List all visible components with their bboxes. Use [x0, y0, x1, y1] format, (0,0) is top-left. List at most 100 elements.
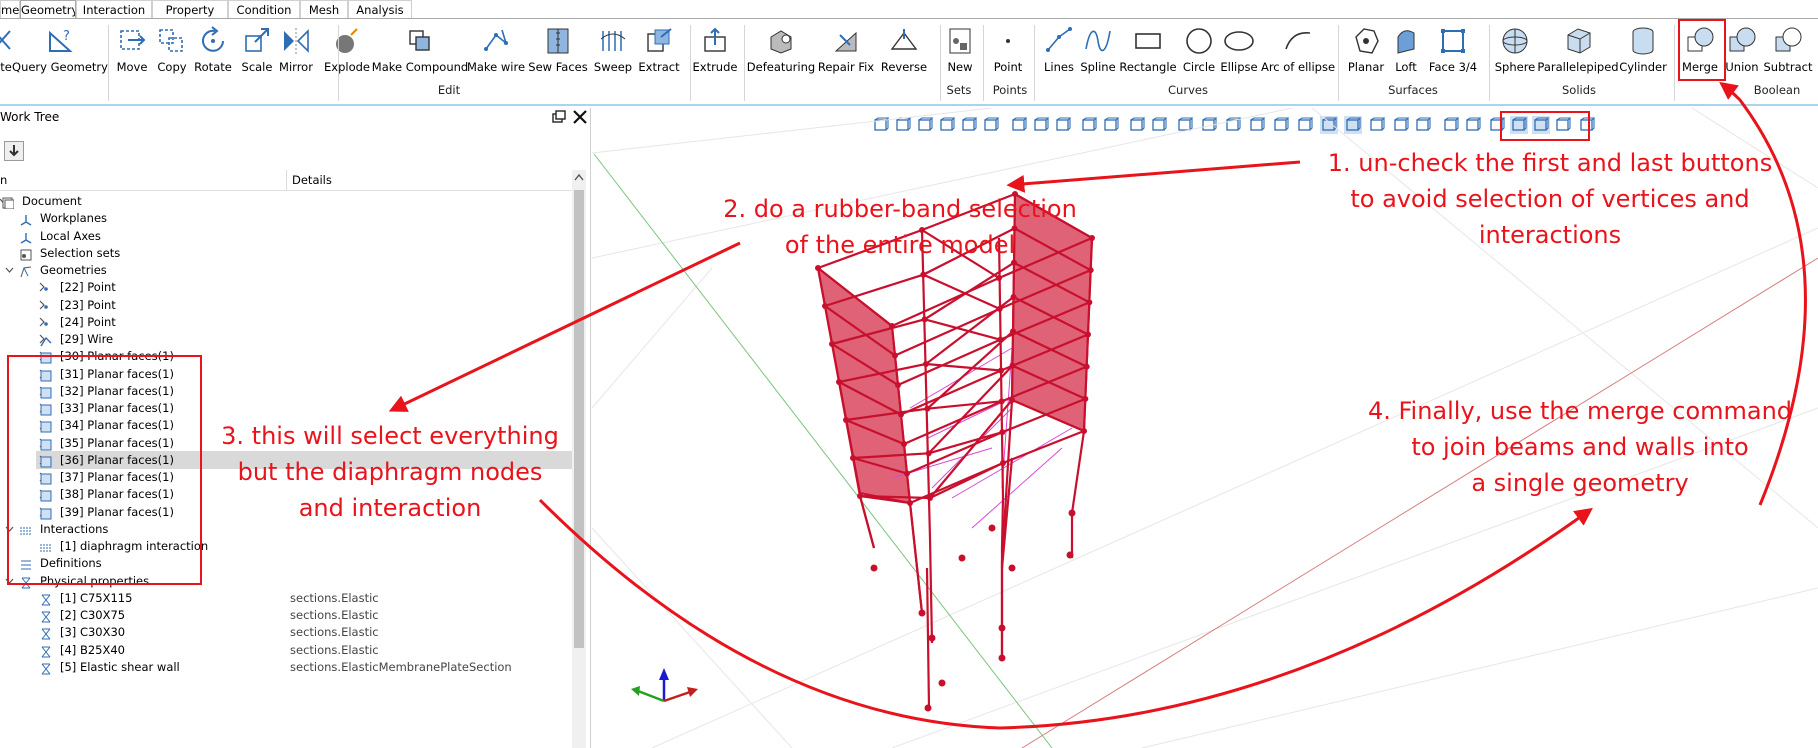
float-panel-icon[interactable]: [551, 109, 567, 125]
subtract-button[interactable]: Subtract: [1757, 25, 1818, 81]
explode-icon: [336, 28, 358, 53]
tab-me[interactable]: me: [0, 0, 20, 18]
ribbon-button-label: Extrude: [692, 60, 738, 74]
point-button[interactable]: Point: [988, 25, 1029, 81]
node-point: [815, 265, 821, 271]
annotation-step-1-line-3: interactions: [1478, 221, 1622, 249]
column-divider[interactable]: [286, 170, 287, 190]
column-name[interactable]: n: [0, 173, 7, 187]
node-point: [998, 624, 1006, 632]
rotate-button[interactable]: Rotate: [189, 25, 237, 81]
tab-mesh[interactable]: Mesh: [300, 0, 348, 18]
tab-analysis[interactable]: Analysis: [348, 0, 412, 18]
planar-button[interactable]: Planar: [1342, 25, 1390, 81]
tree-row-label: Selection sets: [40, 245, 121, 260]
rectangle-button[interactable]: Rectangle: [1114, 25, 1183, 81]
x-axis-line: [1021, 257, 1818, 748]
tree-row[interactable]: [24] Point: [0, 313, 572, 331]
node-point: [904, 470, 910, 477]
move-button[interactable]: Move: [115, 25, 149, 81]
node-point: [1000, 460, 1006, 466]
query-geometry-button[interactable]: ? Query Geometry: [8, 25, 112, 81]
tree-row-label: [1] C75X115: [60, 590, 133, 605]
tree-row[interactable]: [29] Wire: [0, 330, 572, 348]
tree-row-detail: sections.Elastic: [290, 590, 379, 605]
repair-fix-icon: [834, 31, 857, 52]
copy-button[interactable]: Copy: [155, 25, 189, 81]
point-icon: [1006, 39, 1010, 43]
section-icon: [40, 662, 52, 675]
node-point: [921, 316, 928, 323]
download-button[interactable]: [4, 141, 24, 161]
tree-row[interactable]: Geometries: [0, 261, 572, 279]
tree-row[interactable]: [4] B25X40 sections.Elastic: [0, 641, 572, 659]
node-point: [1009, 397, 1015, 403]
mirror-button[interactable]: Mirror: [272, 25, 320, 81]
tree-row[interactable]: Workplanes: [0, 209, 572, 227]
tree-row[interactable]: [1] C75X115 sections.Elastic: [0, 589, 572, 607]
new-button[interactable]: New: [943, 25, 977, 81]
tree-row-label: Document: [22, 194, 82, 208]
lines-icon: [1046, 27, 1072, 52]
node-point: [998, 367, 1004, 374]
make-wire-button[interactable]: Make wire: [462, 25, 531, 81]
node-point: [923, 361, 929, 367]
ribbon-button-label: Copy: [157, 60, 187, 74]
tab-condition[interactable]: Condition: [228, 0, 300, 18]
tree-row-detail: sections.Elastic: [290, 625, 379, 640]
sweep-button[interactable]: Sweep: [593, 25, 634, 81]
face-34-icon: [1441, 29, 1465, 53]
y-axis-arrowhead: [631, 686, 640, 696]
loft-button[interactable]: Loft: [1389, 25, 1423, 81]
ribbon-button-label: Arc of ellipse: [1260, 60, 1336, 74]
extract-button[interactable]: Extract: [632, 25, 687, 81]
tab-geometry[interactable]: Geometry: [20, 0, 76, 18]
annotation-step-1-line-1: 1. un-check the first and last buttons: [1327, 149, 1773, 177]
tree-row[interactable]: Document: [0, 192, 572, 210]
tree-row-label: [3] C30X30: [60, 625, 126, 640]
section-icon: [40, 627, 52, 640]
tab-interaction[interactable]: Interaction: [76, 0, 152, 18]
tree-row-detail: sections.Elastic: [290, 642, 379, 657]
tree-row-detail: sections.ElasticMembranePlateSection: [290, 659, 512, 674]
local-axes-icon: [20, 231, 32, 244]
tree-row[interactable]: [2] C30X75 sections.Elastic: [0, 606, 572, 624]
tree-row[interactable]: [3] C30X30 sections.Elastic: [0, 623, 572, 641]
node-point: [958, 554, 966, 562]
column-details[interactable]: Details: [292, 173, 332, 187]
face-3-4-button[interactable]: Face 3/4: [1422, 25, 1484, 81]
section-icon: [40, 645, 52, 657]
ribbon-button-label: Rotate: [194, 60, 232, 74]
scroll-up-icon[interactable]: [574, 173, 584, 181]
cylinder-button[interactable]: Cylinder: [1612, 25, 1674, 81]
tree-row[interactable]: [22] Point: [0, 278, 572, 296]
tab-property[interactable]: Property: [152, 0, 228, 18]
tree-row[interactable]: [5] Elastic shear wall sections.ElasticMe…: [0, 658, 572, 676]
grid-line: [592, 527, 793, 748]
sew-faces-icon: [547, 28, 569, 54]
node-point: [1010, 294, 1017, 300]
node-point: [1083, 363, 1090, 370]
tree-row[interactable]: Local Axes: [0, 227, 572, 245]
arc-of-ellipse-button[interactable]: Arc of ellipse: [1246, 25, 1350, 81]
node-point: [925, 450, 932, 457]
x-axis-arrowhead: [687, 687, 698, 697]
planar-icon: [1355, 28, 1379, 54]
annotation-step-3-line-3: and interaction: [298, 494, 482, 522]
ribbon-button-label: Repair Fix: [817, 60, 875, 74]
repair-fix-button[interactable]: Repair Fix: [808, 25, 884, 81]
tree-row[interactable]: [23] Point: [0, 296, 572, 314]
column-line: [997, 237, 1005, 549]
tree-row-label: [24] Point: [60, 314, 116, 329]
node-point: [1087, 267, 1094, 274]
explode-button[interactable]: Explode: [320, 25, 375, 81]
ribbon-divider: [0, 104, 1818, 106]
ribbon-separator: [1674, 25, 1675, 101]
make-compound-button[interactable]: Make Compound: [372, 25, 469, 81]
tree-row[interactable]: Selection sets: [0, 244, 572, 262]
close-panel-icon[interactable]: [571, 108, 589, 126]
extrude-button[interactable]: Extrude: [688, 25, 743, 81]
reverse-button[interactable]: Reverse: [877, 25, 932, 81]
grid-line: [592, 108, 993, 154]
sew-faces-button[interactable]: Sew Faces: [524, 25, 593, 81]
